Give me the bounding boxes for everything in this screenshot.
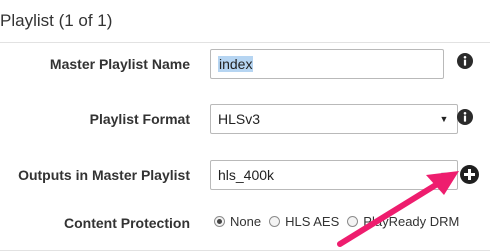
protection-option-none-label: None (230, 214, 262, 229)
protection-option-playready-label: PlayReady DRM (363, 214, 460, 229)
outputs-value: hls_400k (218, 167, 275, 183)
divider-top (0, 42, 490, 43)
radio-hls-aes[interactable] (269, 216, 281, 227)
master-playlist-name-label: Master Playlist Name (49, 56, 190, 72)
info-icon[interactable] (457, 53, 473, 69)
protection-option-hls-aes-label: HLS AES (285, 214, 340, 229)
content-protection-label: Content Protection (64, 215, 190, 231)
playlist-format-value: HLSv3 (218, 111, 261, 127)
outputs-label: Outputs in Master Playlist (18, 167, 190, 183)
protection-option-hls-aes[interactable]: HLS AES (269, 214, 339, 229)
radio-none[interactable] (214, 216, 225, 227)
playlist-format-select[interactable]: HLSv3 ▼ (210, 104, 458, 134)
info-icon[interactable] (457, 109, 473, 125)
chevron-down-icon: ▼ (439, 114, 449, 124)
radio-playready[interactable] (347, 216, 359, 227)
playlist-format-label: Playlist Format (89, 111, 190, 127)
protection-option-playready[interactable]: PlayReady DRM (347, 214, 459, 229)
content-protection-group: None HLS AES PlayReady DRM (214, 214, 467, 229)
protection-option-none[interactable]: None (214, 214, 261, 229)
plus-circle-icon[interactable] (460, 165, 479, 184)
master-playlist-name-value: index (218, 56, 254, 72)
outputs-select[interactable]: hls_400k ▼ (210, 160, 458, 190)
master-playlist-name-input[interactable]: index (210, 49, 444, 79)
section-title: Playlist (1 of 1) (0, 11, 113, 30)
divider-bottom (0, 250, 490, 251)
playlist-panel: Playlist (1 of 1) Master Playlist Name i… (0, 0, 490, 252)
chevron-down-icon: ▼ (439, 170, 449, 180)
